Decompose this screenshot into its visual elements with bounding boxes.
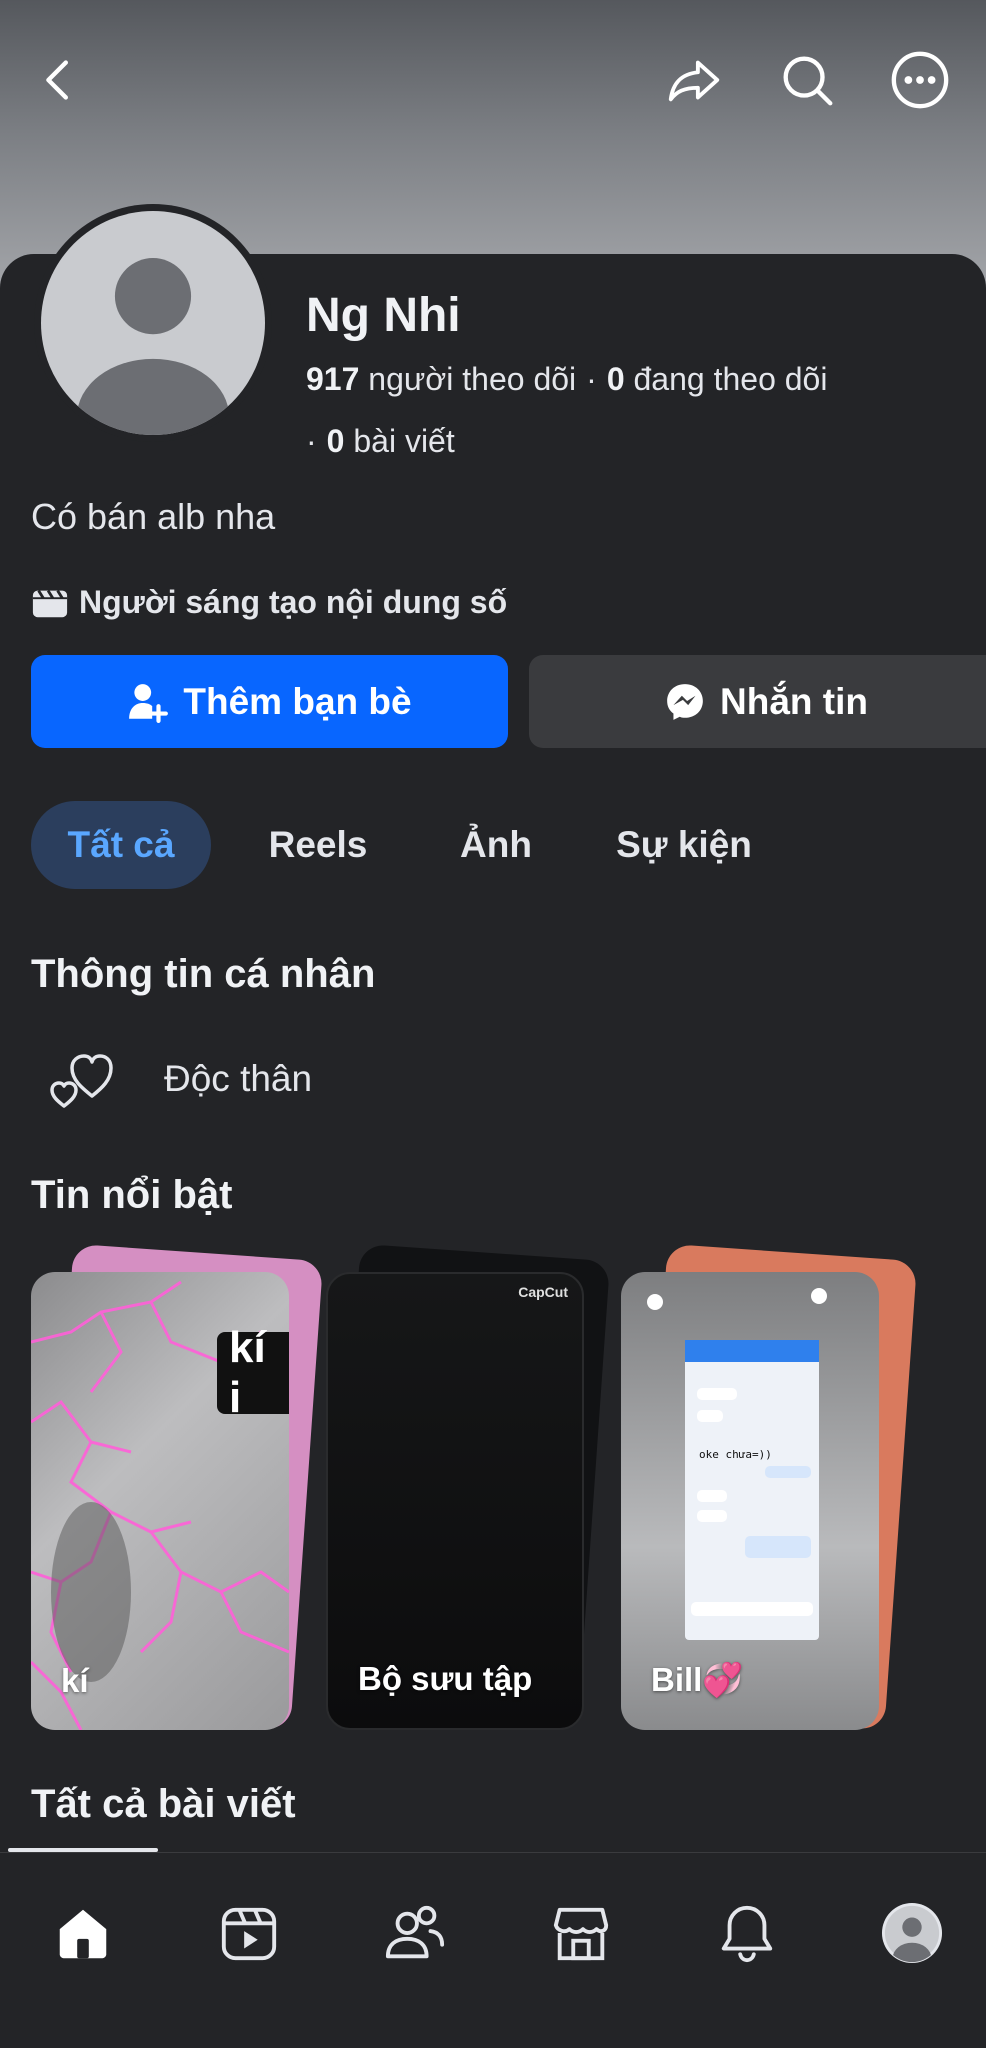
decor-dot (647, 1294, 663, 1310)
share-icon (668, 60, 720, 102)
posts-count: 0 (326, 423, 345, 459)
profile-name: Ng Nhi (306, 289, 461, 342)
highlight-label: Bộ sưu tập (358, 1660, 533, 1697)
video-icon (221, 1907, 277, 1961)
more-button[interactable] (884, 44, 956, 116)
tab-photos[interactable]: Ảnh (441, 801, 551, 889)
friends-icon (385, 1905, 445, 1959)
search-icon (783, 56, 833, 106)
category-label: Người sáng tạo nội dung số (79, 583, 508, 620)
marketplace-icon (553, 1907, 609, 1961)
highlights-title: Tin nổi bật (31, 1173, 233, 1217)
chat-header-bar (685, 1340, 819, 1362)
chat-bubble (745, 1536, 811, 1558)
notifications-icon (721, 1905, 773, 1963)
story-cover: kí i kí (31, 1272, 289, 1730)
decor-dot (811, 1288, 827, 1304)
nav-friends[interactable] (375, 1893, 455, 1973)
messenger-icon (667, 683, 703, 720)
message-label: Nhắn tin (720, 680, 868, 722)
add-friend-icon (129, 683, 169, 723)
tab-reels[interactable]: Reels (246, 801, 390, 889)
clapperboard-icon (32, 589, 68, 618)
all-posts-title[interactable]: Tất cả bài viết (31, 1782, 296, 1827)
chat-screenshot-image: oke chưa=)) (685, 1340, 819, 1640)
more-icon (891, 51, 949, 109)
chat-input (691, 1602, 813, 1616)
nav-video[interactable] (209, 1893, 289, 1973)
hearts-icon (50, 1054, 113, 1108)
followers-count[interactable]: 917 (306, 361, 359, 397)
chat-bubble (697, 1490, 727, 1502)
profile-bio: Có bán alb nha (31, 496, 276, 537)
followers-label[interactable]: người theo dõi (368, 361, 576, 397)
back-arrow-icon (46, 60, 68, 100)
search-button[interactable] (771, 44, 843, 116)
chat-bubble (697, 1388, 737, 1400)
chat-text: oke chưa=)) (699, 1448, 772, 1461)
add-friend-label: Thêm bạn bè (183, 680, 412, 722)
highlight-label: Bill💞 (651, 1661, 743, 1700)
back-button[interactable] (24, 44, 96, 116)
capcut-watermark: CapCut (518, 1284, 568, 1300)
highlight-label: kí (61, 1662, 89, 1699)
personal-info-title: Thông tin cá nhân (31, 952, 376, 996)
following-label[interactable]: đang theo dõi (634, 361, 828, 397)
tab-all[interactable]: Tất cả (31, 801, 211, 889)
story-cover: oke chưa=)) Bill💞 (621, 1272, 879, 1730)
highlight-story[interactable]: oke chưa=)) Bill💞 (621, 1243, 918, 1734)
highlight-story[interactable]: CapCut Bộ sưu tập (326, 1243, 611, 1734)
separator-dot: · (586, 361, 597, 397)
profile-category: Người sáng tạo nội dung số (31, 580, 507, 624)
nav-profile[interactable] (872, 1893, 952, 1973)
home-icon (59, 1909, 107, 1959)
nav-home[interactable] (43, 1893, 123, 1973)
default-avatar-icon (41, 211, 265, 435)
heart-emoji: 💞 (702, 1661, 744, 1698)
chat-bubble (697, 1510, 727, 1522)
highlight-story[interactable]: kí i kí (31, 1243, 324, 1734)
chat-bubble (765, 1466, 811, 1478)
story-overlay-text: kí i (217, 1323, 289, 1422)
nav-marketplace[interactable] (541, 1893, 621, 1973)
following-count[interactable]: 0 (607, 361, 625, 397)
profile-avatar-icon (881, 1902, 943, 1964)
separator-dot: · (306, 423, 317, 459)
posts-label: bài viết (353, 423, 455, 459)
bottom-nav (0, 1853, 986, 2048)
profile-stats: 917 người theo dõi · 0 đang theo dõi (306, 360, 827, 398)
relationship-row: Độc thân (48, 1044, 312, 1114)
highlight-label-text: Bill (651, 1661, 703, 1698)
share-button[interactable] (658, 44, 730, 116)
story-cover: CapCut Bộ sưu tập (326, 1272, 584, 1730)
add-friend-button[interactable]: Thêm bạn bè (31, 655, 508, 748)
profile-posts-stat: · 0 bài viết (306, 422, 455, 460)
chat-bubble (697, 1410, 723, 1422)
avatar[interactable] (34, 204, 272, 442)
nav-notifications[interactable] (707, 1893, 787, 1973)
tab-events[interactable]: Sự kiện (604, 801, 764, 889)
relationship-status: Độc thân (164, 1058, 313, 1099)
message-button[interactable]: Nhắn tin (529, 655, 986, 748)
